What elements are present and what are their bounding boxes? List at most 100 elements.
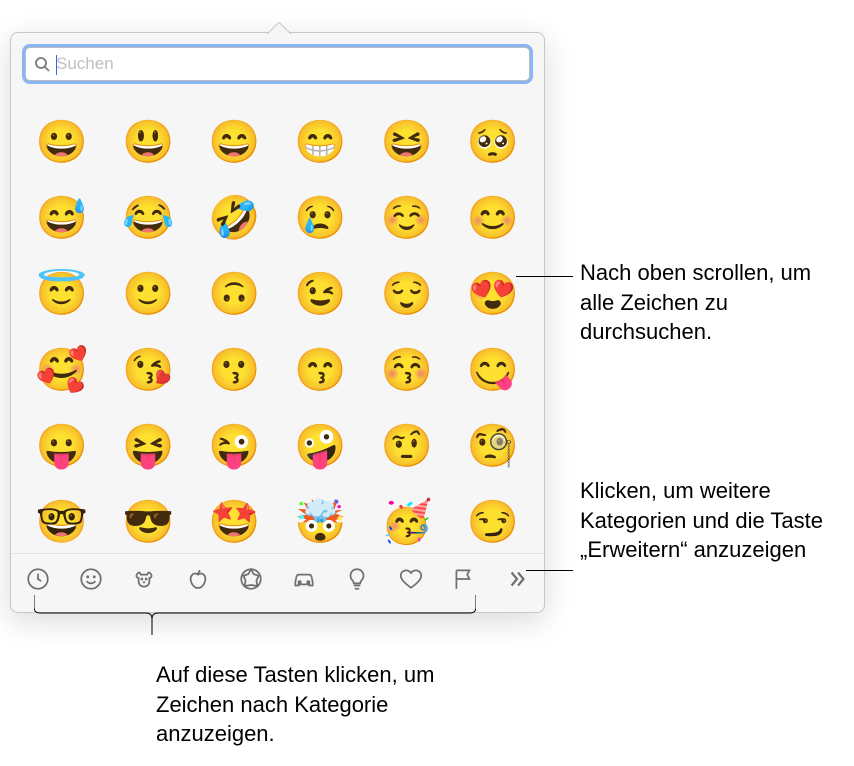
emoji-cell[interactable]: 😂 xyxy=(121,191,175,245)
emoji-cell[interactable]: 🤯 xyxy=(294,495,348,549)
chevrons-icon xyxy=(504,566,530,597)
emoji-cell[interactable]: ☺️ xyxy=(380,191,434,245)
emoji-glyph: 😝 xyxy=(122,425,174,467)
emoji-glyph: 😏 xyxy=(467,501,519,543)
emoji-cell[interactable]: 😢 xyxy=(294,191,348,245)
emoji-cell[interactable]: 😝 xyxy=(121,419,175,473)
soccer-icon xyxy=(238,566,264,597)
flag-icon xyxy=(451,566,477,597)
category-more-button[interactable] xyxy=(499,563,536,601)
text-caret xyxy=(56,55,57,75)
emoji-glyph: 😌 xyxy=(381,273,433,315)
emoji-cell[interactable]: 🥰 xyxy=(35,343,89,397)
emoji-glyph: 😆 xyxy=(381,121,433,163)
search-input[interactable] xyxy=(56,54,521,74)
emoji-glyph: 🤯 xyxy=(294,501,346,543)
emoji-glyph: 😋 xyxy=(467,349,519,391)
emoji-cell[interactable]: 😇 xyxy=(35,267,89,321)
category-symbols-button[interactable] xyxy=(392,563,429,601)
emoji-glyph: 🤣 xyxy=(208,197,260,239)
emoji-cell[interactable]: 🤣 xyxy=(207,191,261,245)
emoji-glyph: 🥳 xyxy=(381,501,433,543)
emoji-cell[interactable]: 😙 xyxy=(294,343,348,397)
emoji-glyph: 🙂 xyxy=(122,273,174,315)
emoji-cell[interactable]: 😆 xyxy=(380,115,434,169)
dog-icon xyxy=(131,566,157,597)
emoji-glyph: 😉 xyxy=(294,273,346,315)
emoji-glyph: 🤨 xyxy=(381,425,433,467)
emoji-cell[interactable]: 😎 xyxy=(121,495,175,549)
emoji-cell[interactable]: 🤪 xyxy=(294,419,348,473)
emoji-cell[interactable]: 😌 xyxy=(380,267,434,321)
callout-expand-text: Klicken, um weitere Kategorien und die T… xyxy=(580,476,850,565)
heart-icon xyxy=(398,566,424,597)
emoji-glyph: 😂 xyxy=(122,197,174,239)
emoji-glyph: 🤩 xyxy=(208,501,260,543)
category-smileys-button[interactable] xyxy=(72,563,109,601)
emoji-glyph: ☺️ xyxy=(381,197,433,239)
emoji-cell[interactable]: 🙃 xyxy=(207,267,261,321)
emoji-cell[interactable]: 😜 xyxy=(207,419,261,473)
emoji-cell[interactable]: 😏 xyxy=(466,495,520,549)
category-bar xyxy=(11,553,544,609)
category-recent-button[interactable] xyxy=(19,563,56,601)
emoji-cell[interactable]: 😄 xyxy=(207,115,261,169)
emoji-glyph: 😁 xyxy=(294,121,346,163)
emoji-cell[interactable]: 😅 xyxy=(35,191,89,245)
category-activity-button[interactable] xyxy=(232,563,269,601)
clock-icon xyxy=(25,566,51,597)
emoji-glyph: 😀 xyxy=(36,121,88,163)
emoji-cell[interactable]: 🧐 xyxy=(466,419,520,473)
category-objects-button[interactable] xyxy=(339,563,376,601)
emoji-grid[interactable]: 😀 😃 😄 😁 😆 🥺 😅 😂 🤣 😢 ☺️ 😊 😇 🙂 🙃 😉 😌 😍 🥰 😘 😗 😙 😚 😋 😛 😝 😜 🤪 🤨 🧐 🤓 😎 🤩 🤯 🥳 😏 xyxy=(11,91,544,553)
emoji-glyph: 😘 xyxy=(122,349,174,391)
category-flags-button[interactable] xyxy=(445,563,482,601)
emoji-cell[interactable]: 😍 xyxy=(466,267,520,321)
emoji-cell[interactable]: 😉 xyxy=(294,267,348,321)
emoji-glyph: 🙃 xyxy=(208,273,260,315)
emoji-cell[interactable]: 😀 xyxy=(35,115,89,169)
emoji-cell[interactable]: 😊 xyxy=(466,191,520,245)
emoji-cell[interactable]: 😛 xyxy=(35,419,89,473)
emoji-cell[interactable]: 🤓 xyxy=(35,495,89,549)
emoji-glyph: 😃 xyxy=(122,121,174,163)
emoji-cell[interactable]: 😋 xyxy=(466,343,520,397)
emoji-glyph: 🤪 xyxy=(294,425,346,467)
callout-categories-text: Auf diese Tasten klicken, um Zeichen nac… xyxy=(156,660,506,749)
emoji-glyph: 😗 xyxy=(208,349,260,391)
popover-arrow xyxy=(265,22,291,34)
emoji-glyph: 🥰 xyxy=(36,349,88,391)
emoji-glyph: 😎 xyxy=(122,501,174,543)
emoji-glyph: 😢 xyxy=(294,197,346,239)
emoji-glyph: 😙 xyxy=(294,349,346,391)
emoji-cell[interactable]: 🤩 xyxy=(207,495,261,549)
emoji-glyph: 🤓 xyxy=(36,501,88,543)
emoji-glyph: 😊 xyxy=(467,197,519,239)
emoji-cell[interactable]: 🥳 xyxy=(380,495,434,549)
bulb-icon xyxy=(344,566,370,597)
emoji-glyph: 😛 xyxy=(36,425,88,467)
character-viewer-popover: 😀 😃 😄 😁 😆 🥺 😅 😂 🤣 😢 ☺️ 😊 😇 🙂 🙃 😉 😌 😍 🥰 😘 😗 😙 😚 😋 😛 😝 😜 🤪 🤨 🧐 🤓 😎 🤩 🤯 🥳 😏 xyxy=(10,32,545,613)
callout-scroll-text: Nach oben scrollen, um alle Zeichen zu d… xyxy=(580,258,840,347)
emoji-cell[interactable]: 😁 xyxy=(294,115,348,169)
emoji-cell[interactable]: 🥺 xyxy=(466,115,520,169)
emoji-glyph: 😄 xyxy=(208,121,260,163)
emoji-glyph: 😜 xyxy=(208,425,260,467)
search-field[interactable] xyxy=(25,47,530,81)
emoji-glyph: 🧐 xyxy=(467,425,519,467)
emoji-cell[interactable]: 😃 xyxy=(121,115,175,169)
emoji-cell[interactable]: 🤨 xyxy=(380,419,434,473)
emoji-glyph: 🥺 xyxy=(467,121,519,163)
emoji-cell[interactable]: 😚 xyxy=(380,343,434,397)
apple-icon xyxy=(185,566,211,597)
emoji-glyph: 😍 xyxy=(467,273,519,315)
emoji-cell[interactable]: 😗 xyxy=(207,343,261,397)
search-icon xyxy=(34,56,50,72)
emoji-cell[interactable]: 😘 xyxy=(121,343,175,397)
emoji-cell[interactable]: 🙂 xyxy=(121,267,175,321)
emoji-glyph: 😚 xyxy=(381,349,433,391)
category-animals-button[interactable] xyxy=(126,563,163,601)
category-food-button[interactable] xyxy=(179,563,216,601)
category-travel-button[interactable] xyxy=(286,563,323,601)
search-container xyxy=(11,33,544,91)
